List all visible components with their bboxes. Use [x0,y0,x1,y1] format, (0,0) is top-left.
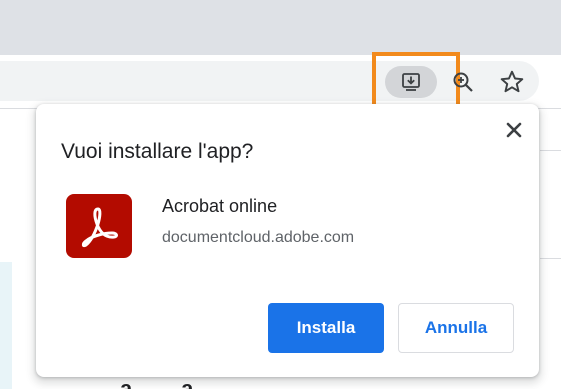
bookmark-star-icon[interactable] [499,69,525,95]
app-origin: documentcloud.adobe.com [162,229,355,246]
browser-toolbar [0,55,561,109]
acrobat-symbol-icon [81,207,118,248]
app-name: Acrobat online [162,196,278,216]
page-divider [540,150,561,151]
acrobat-logo-icon [66,194,132,258]
install-app-dialog: Vuoi installare l'app? Acrobat online do… [36,104,539,377]
install-button[interactable]: Installa [268,303,384,353]
page-divider [540,258,561,259]
page-partial-text: a ...... a [120,376,194,389]
tab-strip [0,0,561,55]
page-side-strip [0,262,12,389]
cancel-button[interactable]: Annulla [398,303,514,353]
dialog-title: Vuoi installare l'app? [61,140,254,163]
close-icon[interactable] [502,118,526,142]
zoom-icon[interactable] [451,70,475,94]
